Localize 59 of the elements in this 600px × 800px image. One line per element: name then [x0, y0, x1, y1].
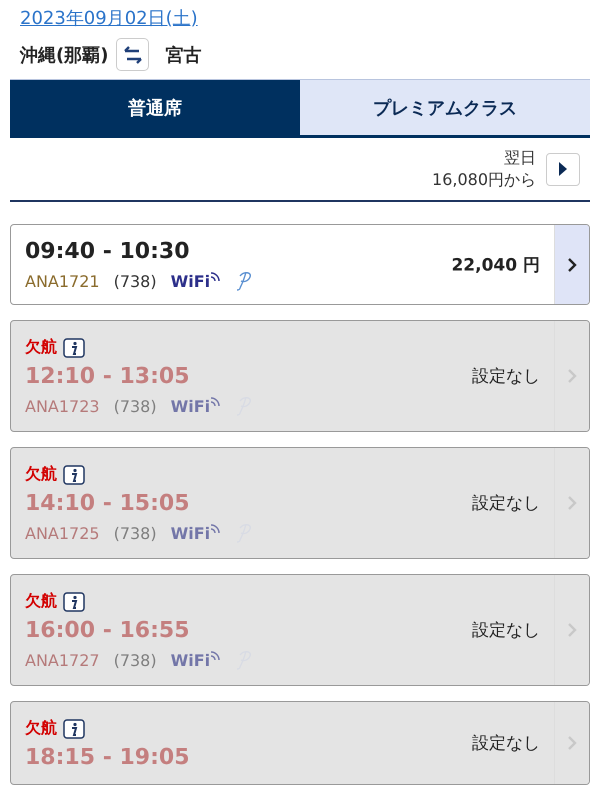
next-day-label: 翌日 — [504, 147, 536, 169]
info-icon — [63, 338, 85, 358]
aircraft-type: (738) — [114, 272, 157, 290]
aircraft-type: (738) — [114, 524, 157, 542]
fare-unavailable: 設定なし — [472, 732, 540, 754]
flight-time: 16:00 - 16:55 — [25, 618, 190, 643]
details-button[interactable] — [554, 702, 589, 784]
cancelled-label: 欠航 — [25, 337, 57, 358]
flight-card[interactable]: 欠航 12:10 - 13:05 ANA1723 (738) WiFi 設定なし — [10, 320, 590, 432]
info-icon — [63, 464, 85, 484]
wifi-label: WiFi — [170, 650, 220, 670]
info-icon — [63, 718, 85, 738]
chevron-icon — [566, 622, 578, 638]
play-icon — [558, 162, 568, 176]
cancelled-label: 欠航 — [25, 464, 57, 485]
flight-card[interactable]: 欠航 14:10 - 15:05 ANA1725 (738) WiFi 設定なし — [10, 447, 590, 559]
next-day-button[interactable] — [546, 152, 580, 186]
flight-number: ANA1727 — [25, 650, 100, 670]
flight-card[interactable]: 欠航 16:00 - 16:55 ANA1727 (738) WiFi 設定なし — [10, 574, 590, 686]
wifi-label: WiFi — [170, 396, 220, 416]
signal-icon — [210, 650, 220, 660]
flight-card[interactable]: 09:40 - 10:30 ANA1721 (738) WiFi 22,040 円 — [10, 224, 590, 305]
flight-time: 09:40 - 10:30 — [25, 239, 190, 264]
destination-airport: 宮古 — [165, 44, 202, 66]
origin-airport: 沖縄(那覇) — [20, 44, 108, 66]
fare-tab[interactable]: プレミアムクラス — [300, 79, 590, 135]
fare-unavailable: 設定なし — [472, 620, 540, 642]
info-icon — [63, 592, 85, 612]
flight-time: 12:10 - 13:05 — [25, 364, 190, 389]
details-button[interactable] — [554, 225, 589, 304]
chevron-icon — [566, 368, 578, 384]
wifi-label: WiFi — [170, 272, 220, 290]
fare-price: 22,040 円 — [451, 254, 540, 276]
fare-unavailable: 設定なし — [472, 492, 540, 514]
flight-number: ANA1725 — [25, 524, 100, 542]
fare-unavailable: 設定なし — [472, 366, 540, 388]
fare-tab[interactable]: 普通席 — [10, 79, 300, 135]
aircraft-type: (738) — [114, 396, 157, 416]
aircraft-type: (738) — [114, 650, 157, 670]
cancelled-label: 欠航 — [25, 591, 57, 612]
date-link[interactable]: 2023年09月02日(土) — [20, 6, 198, 30]
signal-icon — [210, 524, 220, 534]
chevron-icon — [566, 735, 578, 751]
swap-button[interactable] — [116, 38, 150, 71]
cancelled-label: 欠航 — [25, 718, 57, 739]
flight-number: ANA1721 — [25, 272, 100, 290]
flight-card[interactable]: 欠航 18:15 - 19:05 設定なし — [10, 701, 590, 785]
next-day-price: 16,080円から — [432, 169, 536, 191]
signal-icon — [210, 396, 220, 406]
flight-time: 14:10 - 15:05 — [25, 491, 190, 516]
details-button[interactable] — [554, 321, 589, 431]
details-button[interactable] — [554, 448, 589, 558]
signal-icon — [210, 272, 220, 282]
details-button[interactable] — [554, 575, 589, 685]
flight-number: ANA1723 — [25, 396, 100, 416]
wifi-label: WiFi — [170, 524, 220, 542]
chevron-icon — [566, 256, 578, 272]
chevron-icon — [566, 495, 578, 511]
flight-time: 18:15 - 19:05 — [25, 745, 190, 770]
